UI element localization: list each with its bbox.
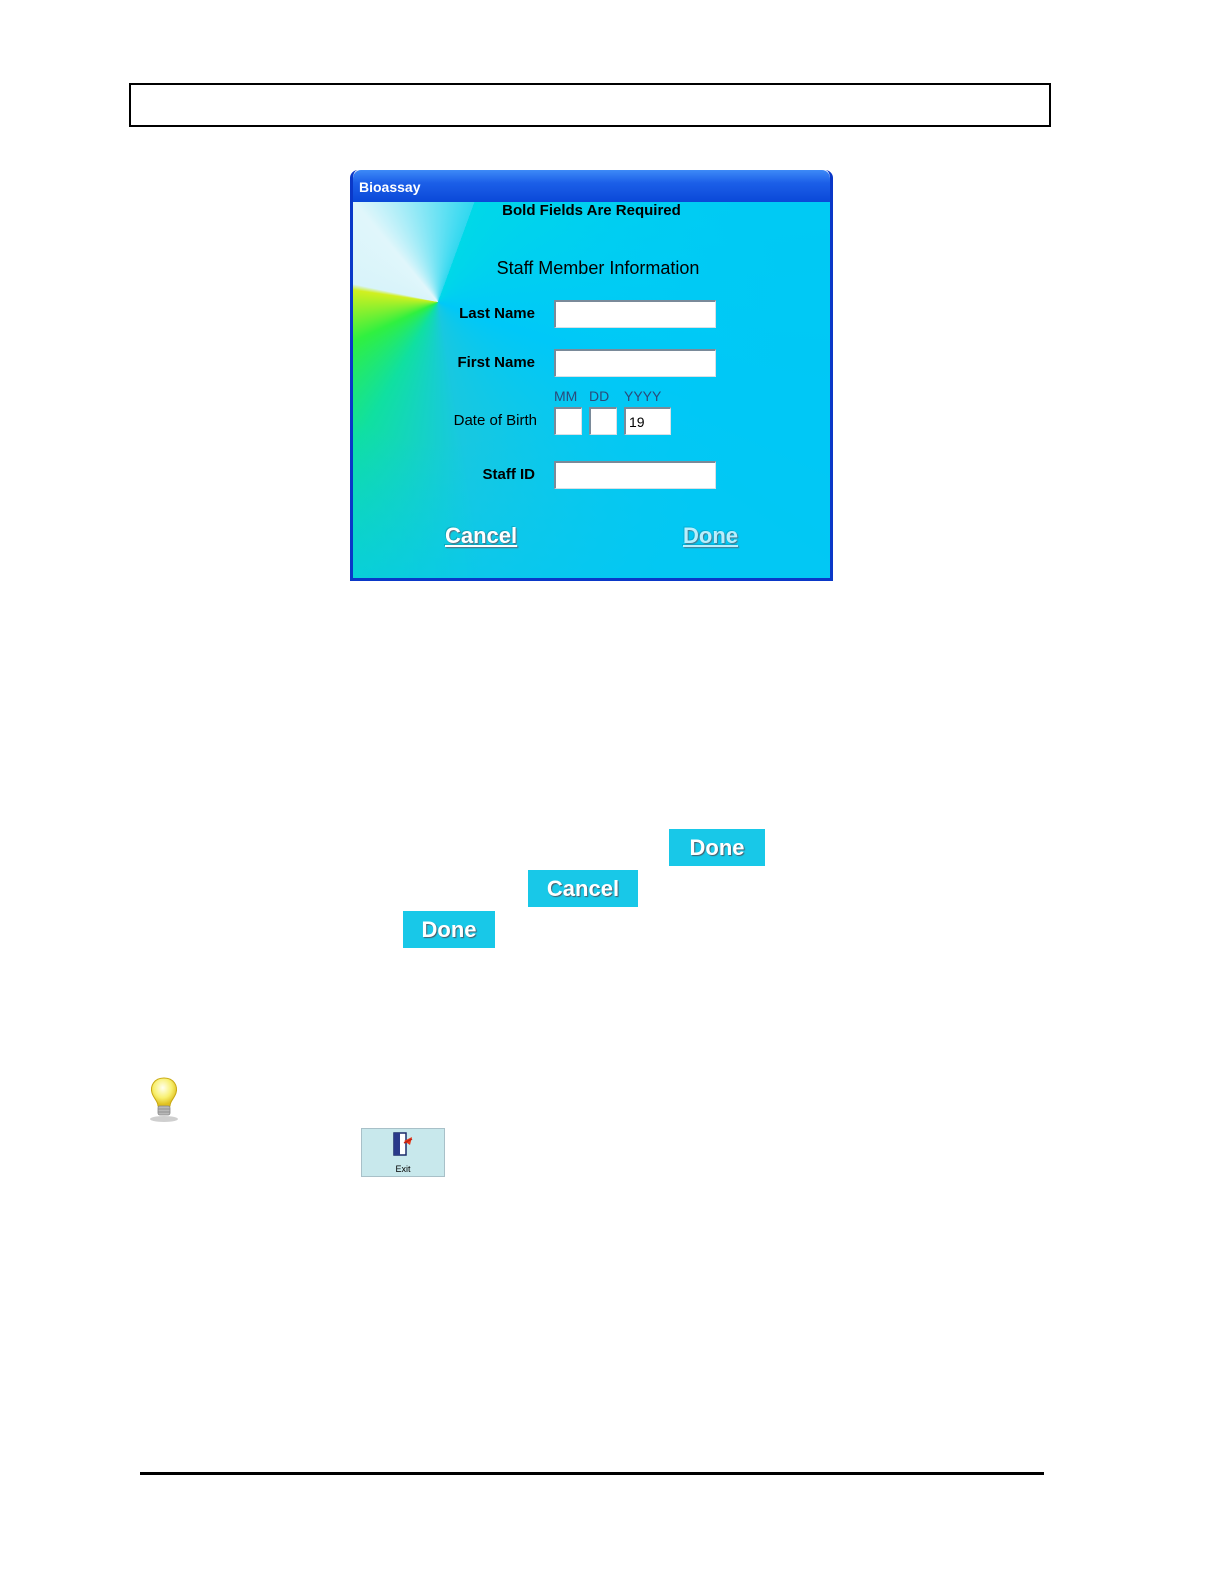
required-fields-note: Bold Fields Are Required — [502, 202, 681, 219]
exit-toolbar-button: Exit — [361, 1128, 445, 1177]
dob-dd-label: DD — [589, 388, 610, 404]
last-name-input[interactable] — [554, 300, 716, 328]
bioassay-dialog: Bioassay Bold Fields Are Required Staff … — [350, 170, 833, 581]
cancel-button[interactable]: Cancel — [445, 523, 517, 549]
page-header-box — [129, 83, 1051, 127]
dob-yyyy-label: YYYY — [624, 388, 662, 404]
dob-label: Date of Birth — [453, 412, 537, 429]
last-name-label: Last Name — [459, 305, 535, 322]
exit-door-icon — [392, 1131, 416, 1159]
done-button[interactable]: Done — [683, 523, 738, 549]
staff-id-input[interactable] — [554, 461, 716, 489]
inline-done-button: Done — [669, 829, 765, 866]
dob-year-input[interactable] — [624, 407, 671, 435]
inline-cancel-button: Cancel — [528, 870, 638, 907]
footer-rule — [140, 1472, 1044, 1475]
section-title: Staff Member Information — [496, 258, 700, 278]
dob-mm-label: MM — [554, 388, 578, 404]
first-name-label: First Name — [457, 354, 535, 371]
dob-month-input[interactable] — [554, 407, 582, 435]
dialog-title: Bioassay — [359, 179, 421, 195]
dialog-titlebar[interactable]: Bioassay — [353, 170, 830, 202]
lightbulb-icon — [146, 1076, 182, 1122]
inline-done-button-2: Done — [403, 911, 495, 948]
dob-day-input[interactable] — [589, 407, 617, 435]
first-name-input[interactable] — [554, 349, 716, 377]
staff-id-label: Staff ID — [482, 466, 536, 483]
exit-label: Exit — [395, 1164, 411, 1174]
